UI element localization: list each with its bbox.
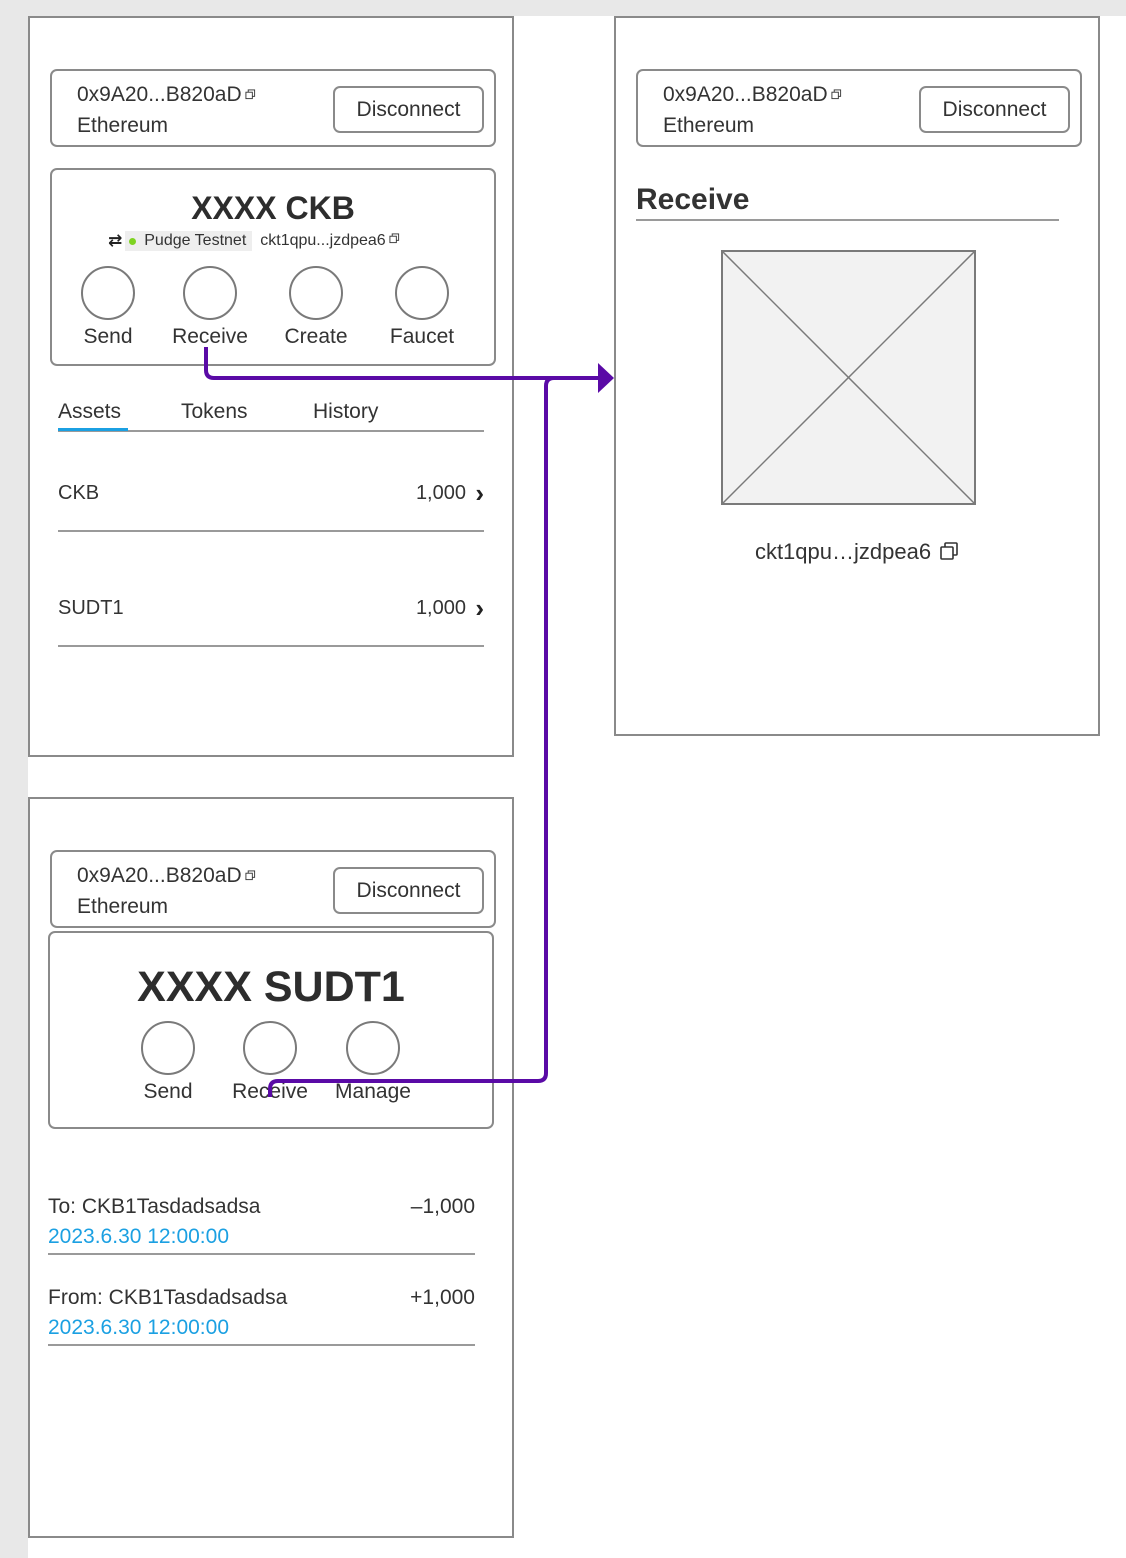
disconnect-button[interactable]: Disconnect <box>919 86 1070 133</box>
account-bar: 0x9A20...B820aD Ethereum Disconnect <box>50 850 496 928</box>
tab-history[interactable]: History <box>313 400 378 424</box>
account-address[interactable]: 0x9A20...B820aD <box>77 864 256 888</box>
tx-counterparty: To: CKB1Tasdadsadsa <box>48 1195 261 1218</box>
send-label: Send <box>143 1080 193 1103</box>
ckb-address[interactable]: ckt1qpu...jzdpea6 <box>260 232 399 250</box>
account-bar: 0x9A20...B820aD Ethereum Disconnect <box>636 69 1082 147</box>
receive-address-text: ckt1qpu…jzdpea6 <box>754 539 932 564</box>
manage-label: Manage <box>335 1080 411 1103</box>
copy-icon[interactable] <box>245 89 256 100</box>
send-label: Send <box>83 325 133 348</box>
tx-time: 2023.6.30 12:00:00 <box>48 1316 230 1339</box>
asset-amount: 1,000 <box>415 482 466 504</box>
create-icon <box>289 266 343 320</box>
account-address-text: 0x9A20...B820aD <box>663 83 828 106</box>
receive-title: Receive <box>636 183 750 216</box>
chevron-right-icon: › <box>475 593 484 623</box>
faucet-button[interactable]: Faucet <box>377 266 467 349</box>
image-placeholder-icon <box>721 250 976 505</box>
account-address-text: 0x9A20...B820aD <box>77 83 242 106</box>
transaction-row[interactable]: To: CKB1Tasdadsadsa 2023.6.30 12:00:00 –… <box>48 1195 475 1255</box>
receive-icon <box>243 1021 297 1075</box>
flow-arrowhead <box>598 363 614 393</box>
send-button[interactable]: Send <box>123 1021 213 1104</box>
network-name: Pudge Testnet <box>144 232 247 249</box>
account-network: Ethereum <box>663 114 755 137</box>
manage-icon <box>346 1021 400 1075</box>
receive-button[interactable]: Receive <box>165 266 255 349</box>
account-bar: 0x9A20...B820aD Ethereum Disconnect <box>50 69 496 147</box>
create-label: Create <box>284 325 348 348</box>
tab-tokens[interactable]: Tokens <box>181 400 248 424</box>
receive-screen: 0x9A20...B820aD Ethereum Disconnect Rece… <box>614 16 1100 736</box>
swap-icon[interactable]: ⇄ <box>108 231 122 251</box>
account-network: Ethereum <box>77 895 169 918</box>
receive-label: Receive <box>232 1080 308 1103</box>
tx-amount: +1,000 <box>410 1286 475 1309</box>
account-network: Ethereum <box>77 114 169 137</box>
sudt-screen: 0x9A20...B820aD Ethereum Disconnect <box>28 797 514 1538</box>
canvas-top-strip <box>0 0 1126 16</box>
receive-label: Receive <box>172 325 248 348</box>
title-divider <box>636 219 1059 221</box>
create-button[interactable]: Create <box>271 266 361 349</box>
receive-button[interactable]: Receive <box>225 1021 315 1104</box>
tx-time: 2023.6.30 12:00:00 <box>48 1225 230 1248</box>
copy-icon[interactable] <box>831 89 842 100</box>
faucet-icon <box>395 266 449 320</box>
ckb-balance: XXXX CKB <box>191 190 355 226</box>
ckb-address-text: ckt1qpu...jzdpea6 <box>260 232 386 249</box>
transaction-row[interactable]: From: CKB1Tasdadsadsa 2023.6.30 12:00:00… <box>48 1286 475 1346</box>
balance-card: XXXX CKB ⇄ Pudge Testnet ckt1qpu...jzdpe… <box>50 168 496 366</box>
copy-icon[interactable] <box>245 870 256 881</box>
copy-icon[interactable] <box>389 233 400 244</box>
sudt-balance-card: XXXX SUDT1 Send Receive Manage <box>48 931 494 1129</box>
faucet-label: Faucet <box>389 325 455 348</box>
sudt-balance: XXXX SUDT1 <box>137 963 405 1011</box>
send-icon <box>141 1021 195 1075</box>
network-badge[interactable]: Pudge Testnet <box>125 231 253 251</box>
asset-name: SUDT1 <box>58 597 124 619</box>
asset-row[interactable]: SUDT1 1,000 › <box>58 587 484 647</box>
disconnect-button[interactable]: Disconnect <box>333 867 484 914</box>
ckb-network-line: ⇄ Pudge Testnet ckt1qpu...jzdpea6 <box>108 231 400 251</box>
manage-button[interactable]: Manage <box>328 1021 418 1104</box>
asset-name: CKB <box>58 482 100 504</box>
asset-amount: 1,000 <box>415 597 466 619</box>
tx-counterparty: From: CKB1Tasdadsadsa <box>48 1286 288 1309</box>
chevron-right-icon: › <box>475 478 484 508</box>
copy-icon[interactable] <box>939 541 959 561</box>
canvas-left-strip <box>0 0 28 1558</box>
online-dot <box>129 237 137 245</box>
account-address[interactable]: 0x9A20...B820aD <box>77 83 256 107</box>
send-icon <box>81 266 135 320</box>
disconnect-button[interactable]: Disconnect <box>333 86 484 133</box>
wallet-tabs: Assets Tokens History <box>58 398 484 432</box>
tx-amount: –1,000 <box>410 1195 475 1218</box>
account-address[interactable]: 0x9A20...B820aD <box>663 83 842 107</box>
receive-icon <box>183 266 237 320</box>
asset-row[interactable]: CKB 1,000 › <box>58 472 484 532</box>
tab-assets[interactable]: Assets <box>58 400 129 431</box>
account-address-text: 0x9A20...B820aD <box>77 864 242 887</box>
receive-address[interactable]: ckt1qpu…jzdpea6 <box>616 539 1098 565</box>
send-button[interactable]: Send <box>63 266 153 349</box>
